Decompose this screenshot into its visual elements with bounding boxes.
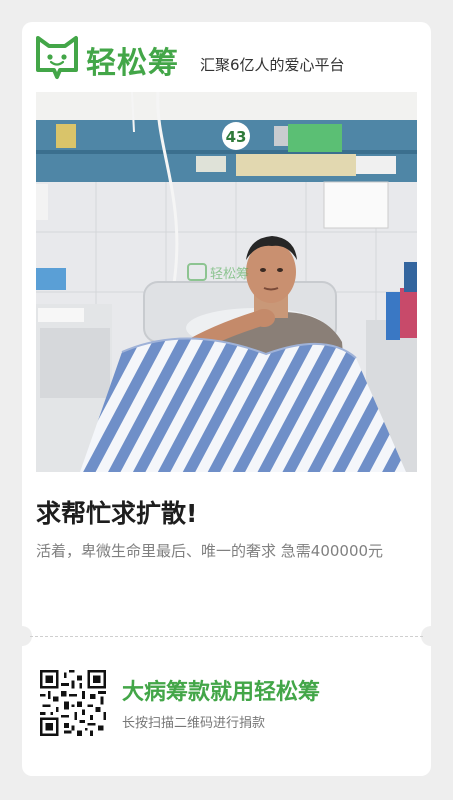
dashed-divider [30,636,423,637]
share-card: 轻松筹 汇聚6亿人的爱心平台 43 轻松筹 求帮忙求扩散! 活着，卑微生命里最后… [12,22,441,776]
bed-number: 43 [226,128,247,146]
watermark-text: 轻松筹 [210,266,249,282]
campaign-description: 活着，卑微生命里最后、唯一的奢求 急需400000元 [36,542,384,560]
campaign-photo: 43 轻松筹 [36,92,417,472]
brand-name: 轻松筹 [86,46,179,81]
header: 轻松筹 汇聚6亿人的爱心平台 [34,34,424,82]
hospital-bed-photo: 43 轻松筹 [36,92,417,472]
cat-face-icon [36,36,78,79]
cta-title: 大病筹款就用轻松筹 [122,680,321,705]
campaign-title: 求帮忙求扩散! [36,499,198,528]
cta-subtitle: 长按扫描二维码进行捐款 [122,716,266,731]
ticket-notch-right [421,626,441,646]
ticket-notch-left [12,626,32,646]
qr-code-icon[interactable] [40,670,106,736]
slogan: 汇聚6亿人的爱心平台 [200,56,345,74]
